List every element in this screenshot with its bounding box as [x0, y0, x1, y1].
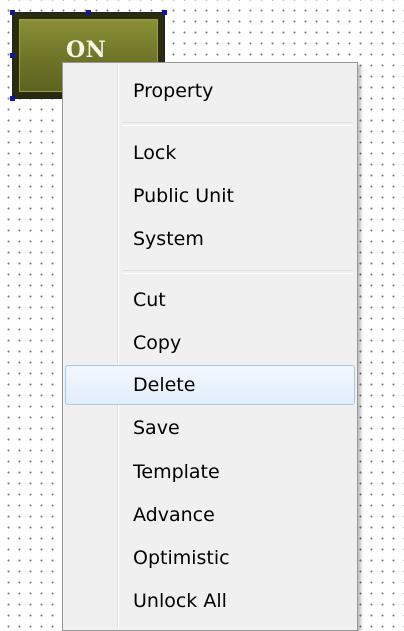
menu-item-copy[interactable]: Copy [65, 323, 355, 363]
menu-separator [123, 270, 353, 274]
menu-item-system[interactable]: System [65, 219, 355, 259]
resize-handle-left[interactable] [10, 53, 15, 58]
resize-handle-top[interactable] [86, 10, 91, 15]
context-menu: Property Lock Public Unit System Cut Cop… [62, 62, 358, 631]
menu-item-advance[interactable]: Advance [65, 495, 355, 535]
menu-separator [123, 122, 353, 126]
menu-item-label: Copy [133, 332, 182, 354]
menu-item-label: Template [133, 461, 220, 483]
menu-item-label: Unlock All [133, 590, 227, 612]
menu-item-cut[interactable]: Cut [65, 280, 355, 320]
menu-item-label: Cut [133, 289, 166, 311]
menu-item-label: Public Unit [133, 185, 234, 207]
resize-handle-bottom-left[interactable] [10, 96, 15, 101]
resize-handle-top-right[interactable] [162, 10, 167, 15]
menu-item-lock[interactable]: Lock [65, 133, 355, 173]
menu-item-save[interactable]: Save [65, 408, 355, 448]
on-button-label: ON [66, 37, 107, 63]
menu-item-public-unit[interactable]: Public Unit [65, 176, 355, 216]
canvas[interactable]: { "widget": { "label": "ON" }, "context_… [0, 0, 404, 631]
menu-item-label: System [133, 228, 204, 250]
menu-item-label: Advance [133, 504, 215, 526]
menu-item-label: Optimistic [133, 547, 230, 569]
menu-item-label: Property [133, 80, 214, 102]
menu-item-label: Save [133, 417, 180, 439]
menu-item-label: Lock [133, 142, 177, 164]
menu-item-optimistic[interactable]: Optimistic [65, 538, 355, 578]
menu-item-property[interactable]: Property [65, 71, 355, 111]
menu-item-template[interactable]: Template [65, 452, 355, 492]
menu-item-label: Delete [133, 374, 196, 396]
resize-handle-top-left[interactable] [10, 10, 15, 15]
menu-item-unlock-all[interactable]: Unlock All [65, 581, 355, 621]
menu-item-delete[interactable]: Delete [65, 365, 355, 405]
